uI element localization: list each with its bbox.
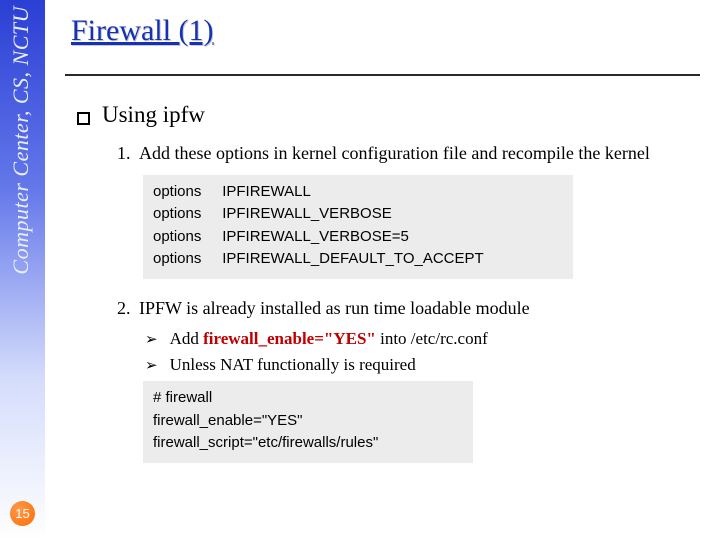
code-line: options IPFIREWALL_DEFAULT_TO_ACCEPT	[153, 248, 563, 271]
title-underline	[65, 74, 700, 76]
number-marker-1: 1.	[117, 143, 139, 164]
sub-bullet-2a: ➢ Add firewall_enable="YES" into /etc/rc…	[145, 329, 700, 349]
code-line: firewall_script="etc/firewalls/rules"	[153, 432, 463, 455]
sub-2a-prefix: Add	[170, 329, 204, 348]
sub-bullet-2b: ➢ Unless NAT functionally is required	[145, 355, 700, 375]
content-area: Firewall (1) Using ipfw 1. Add these opt…	[65, 14, 700, 530]
bullet-main-row: Using ipfw	[77, 102, 700, 128]
bullet-main-text: Using ipfw	[102, 102, 205, 128]
code-block-kernel-options: options IPFIREWALL options IPFIREWALL_VE…	[143, 175, 573, 279]
numbered-item-1: 1. Add these options in kernel configura…	[117, 142, 700, 165]
slide-title: Firewall (1)	[71, 14, 700, 48]
code-line: firewall_enable="YES"	[153, 410, 463, 433]
slide-number-badge: 15	[10, 501, 35, 526]
chevron-icon: ➢	[145, 330, 158, 349]
numbered-row-2: 2. IPFW is already installed as run time…	[117, 297, 700, 320]
slide: Computer Center, CS, NCTU 15 Firewall (1…	[0, 0, 720, 540]
sidebar-gradient: Computer Center, CS, NCTU	[0, 0, 45, 540]
number-text-2: IPFW is already installed as run time lo…	[139, 297, 700, 320]
code-line: # firewall	[153, 387, 463, 410]
code-block-rc-conf: # firewall firewall_enable="YES" firewal…	[143, 381, 473, 463]
chevron-icon: ➢	[145, 356, 158, 375]
sub-2a-highlight: firewall_enable="YES"	[203, 329, 376, 348]
number-text-1: Add these options in kernel configuratio…	[139, 142, 700, 165]
code-line: options IPFIREWALL_VERBOSE	[153, 203, 563, 226]
square-bullet-icon	[77, 112, 90, 125]
code-line: options IPFIREWALL	[153, 181, 563, 204]
sub-2b-text: Unless NAT functionally is required	[170, 355, 416, 375]
numbered-item-2: 2. IPFW is already installed as run time…	[117, 297, 700, 320]
sidebar-org-text: Computer Center, CS, NCTU	[8, 6, 34, 275]
code-line: options IPFIREWALL_VERBOSE=5	[153, 226, 563, 249]
sub-2a-suffix: into /etc/rc.conf	[376, 329, 488, 348]
numbered-row-1: 1. Add these options in kernel configura…	[117, 142, 700, 165]
number-marker-2: 2.	[117, 298, 139, 319]
